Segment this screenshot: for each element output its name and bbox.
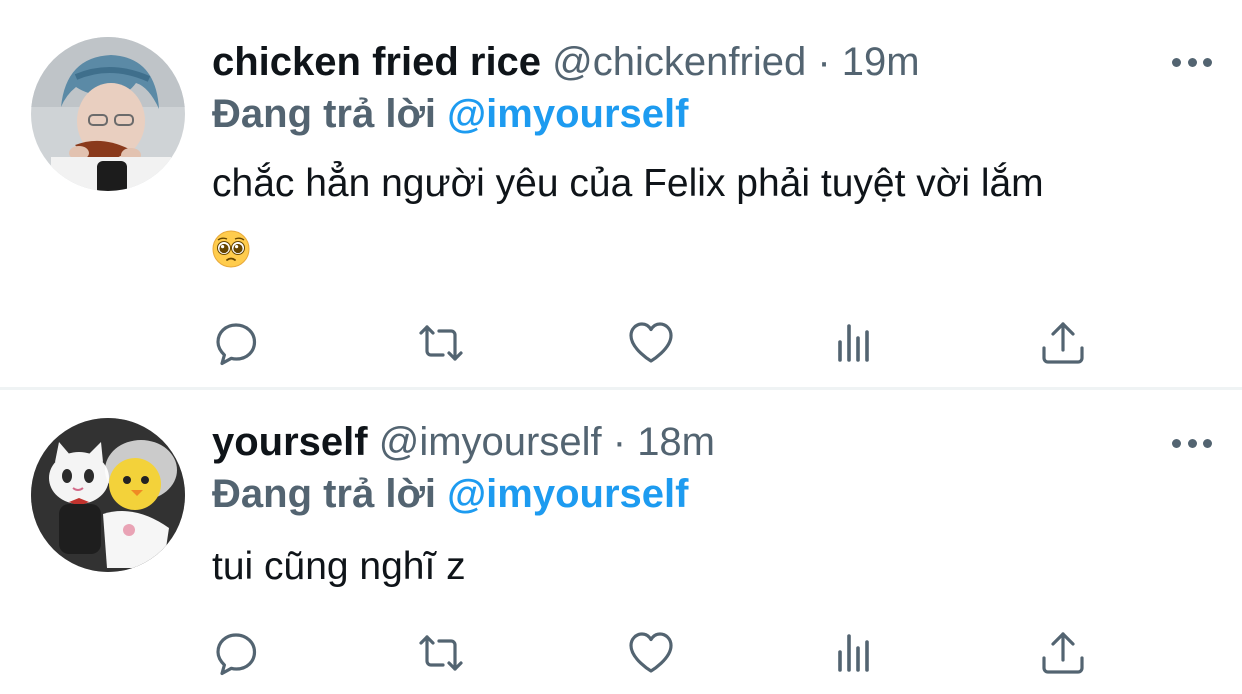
reply-icon[interactable]: [212, 628, 262, 678]
like-heart-icon[interactable]: [626, 628, 676, 678]
tweet-text: tui cũng nghĩ z: [212, 545, 466, 588]
separator-dot: ·: [817, 40, 831, 84]
share-icon[interactable]: [1038, 318, 1088, 368]
timestamp[interactable]: 19m: [842, 40, 920, 84]
display-name[interactable]: chicken fried rice: [212, 40, 541, 84]
replying-to: Đang trả lời @imyourself: [212, 90, 688, 138]
like-heart-icon[interactable]: [626, 318, 676, 368]
separator-dot: ·: [612, 420, 627, 464]
timestamp[interactable]: 18m: [637, 420, 715, 464]
share-icon[interactable]: [1038, 628, 1088, 678]
pleading-face-emoji-icon: [212, 230, 250, 268]
avatar-plush-dolls-image: [31, 418, 185, 572]
tweet[interactable]: chicken fried rice @chickenfried · 19m Đ…: [0, 0, 1242, 388]
more-options-icon[interactable]: [1172, 56, 1212, 68]
replying-prefix: Đang trả lời: [212, 472, 437, 516]
mention-link[interactable]: @imyourself: [447, 92, 688, 136]
avatar[interactable]: [31, 418, 185, 572]
analytics-views-icon[interactable]: [832, 628, 882, 678]
tweet-header: yourself @imyourself · 18m: [212, 418, 715, 466]
mention-link[interactable]: @imyourself: [447, 472, 688, 516]
tweet-header: chicken fried rice @chickenfried · 19m: [212, 38, 920, 86]
username-handle[interactable]: @imyourself: [379, 420, 602, 464]
tweet-text: chắc hẳn người yêu của Felix phải tuyệt …: [212, 162, 1044, 205]
analytics-views-icon[interactable]: [832, 318, 882, 368]
tweet[interactable]: yourself @imyourself · 18m Đang trả lời …: [0, 390, 1242, 694]
username-handle[interactable]: @chickenfried: [552, 40, 806, 84]
more-options-icon[interactable]: [1172, 437, 1212, 449]
avatar-photo-image: [31, 37, 185, 191]
display-name[interactable]: yourself: [212, 420, 368, 464]
tweet-actions: [212, 628, 1084, 678]
retweet-icon[interactable]: [416, 318, 466, 368]
replying-prefix: Đang trả lời: [212, 92, 437, 136]
replying-to: Đang trả lời @imyourself: [212, 470, 688, 518]
avatar[interactable]: [31, 37, 185, 191]
retweet-icon[interactable]: [416, 628, 466, 678]
reply-icon[interactable]: [212, 318, 262, 368]
tweet-actions: [212, 318, 1084, 368]
